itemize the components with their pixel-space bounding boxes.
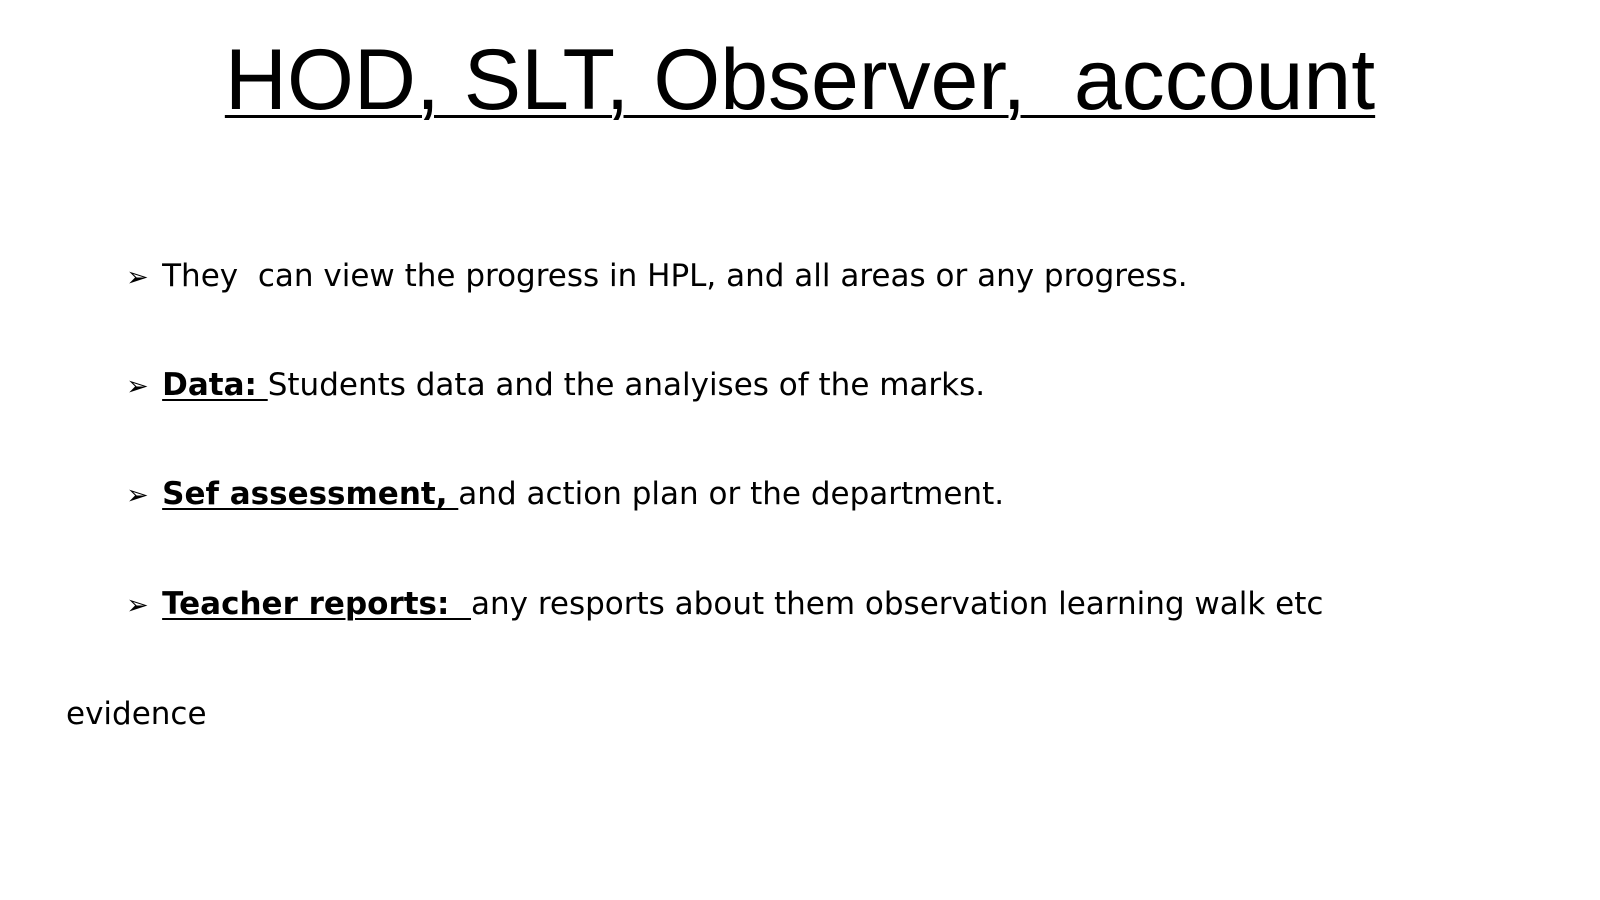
bullet-text: They can view the progress in HPL, and a…: [162, 258, 1188, 294]
bullet-text: any resports about them observation lear…: [471, 586, 1324, 622]
bullet-continuation-text: evidence: [66, 696, 207, 732]
slide: HOD, SLT, Observer, account ➢ They can vi…: [0, 0, 1600, 900]
arrow-bullet-icon: ➢: [126, 590, 149, 621]
arrow-bullet-icon: ➢: [126, 480, 149, 511]
bullet-item-teacher-reports: ➢ Teacher reports: any resports about the…: [66, 523, 1547, 849]
arrow-bullet-icon: ➢: [126, 371, 149, 402]
arrow-bullet-icon: ➢: [126, 262, 149, 293]
bullet-text: Students data and the analyises of the m…: [267, 367, 986, 403]
slide-title: HOD, SLT, Observer, account: [224, 32, 1376, 128]
bullet-term: Sef assessment,: [162, 476, 459, 512]
bullet-text: and action plan or the department.: [458, 476, 1005, 512]
bullet-term: Data:: [162, 367, 268, 403]
bullet-term: Teacher reports:: [162, 586, 471, 622]
